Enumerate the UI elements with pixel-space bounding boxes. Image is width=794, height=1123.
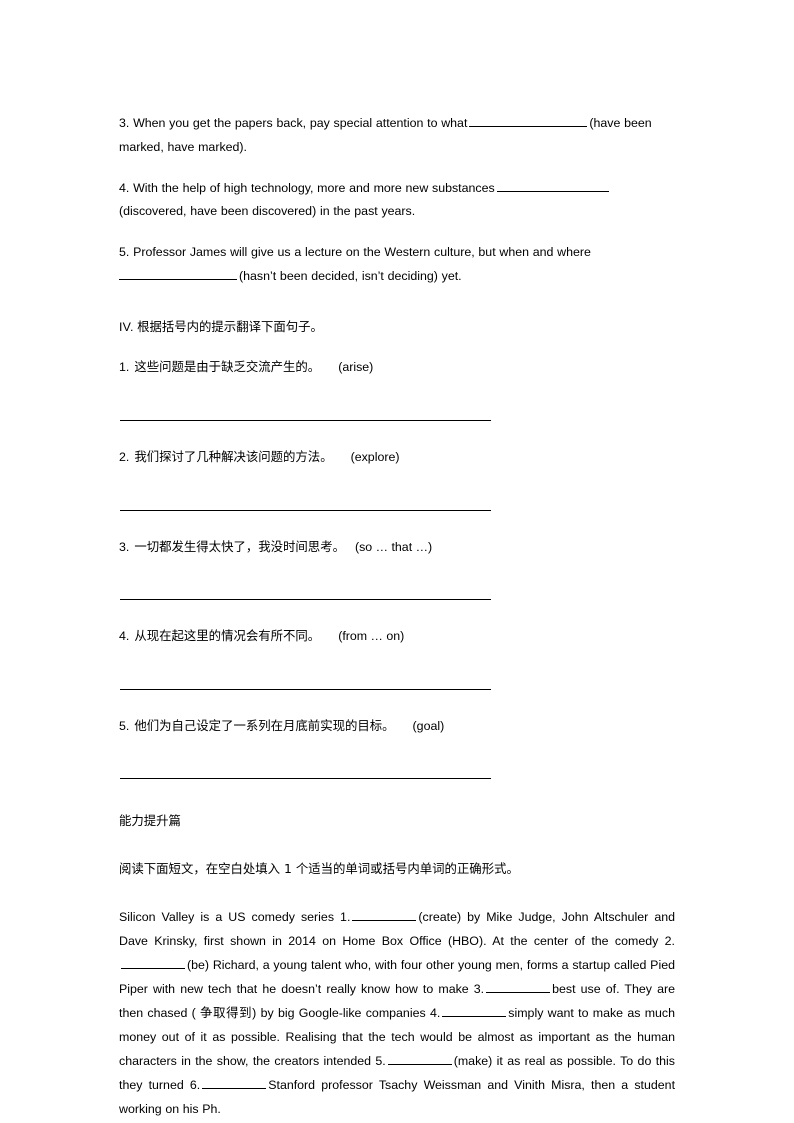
translation-item-2-prompt: 2. 我们探讨了几种解决该问题的方法。 (explore) — [119, 445, 675, 470]
translation-item-5-chinese: 他们为自己设定了一系列在月底前实现的目标。 — [134, 717, 395, 733]
passage-segment-1: Silicon Valley is a US comedy series 1. — [119, 910, 351, 925]
translation-item-4-chinese: 从现在起这里的情况会有所不同。 — [134, 628, 321, 644]
translation-item-5-prompt: 5. 他们为自己设定了一系列在月底前实现的目标。 (goal) — [119, 714, 675, 739]
grammar-item-5: 5. Professor James will give us a lectur… — [119, 241, 675, 289]
passage-blank-6[interactable] — [202, 1076, 267, 1089]
translation-item-1-number: 1. — [119, 360, 130, 375]
grammar-item-4: 4. With the help of high technology, mor… — [119, 177, 675, 225]
translation-item-5-answer-line[interactable] — [120, 778, 491, 780]
translation-item-2-hint: (explore) — [350, 450, 400, 464]
grammar-item-3-tail: (have been — [589, 116, 652, 130]
grammar-item-4-blank[interactable] — [496, 178, 609, 192]
document-page: 3. When you get the papers back, pay spe… — [0, 0, 794, 1123]
grammar-item-3-blank[interactable] — [469, 114, 588, 127]
capability-section-heading: 能力提升篇 — [119, 813, 181, 829]
translation-item-3-answer-line[interactable] — [120, 599, 491, 601]
grammar-item-3: 3. When you get the papers back, pay spe… — [119, 112, 675, 160]
grammar-item-3-text-line1: 3. When you get the papers back, pay spe… — [119, 116, 468, 130]
translation-item-3: 3. 一切都发生得太快了，我没时间思考。 (so … that …) — [119, 535, 675, 601]
translation-item-5-hint: (goal) — [412, 718, 445, 733]
translation-item-3-prompt: 3. 一切都发生得太快了，我没时间思考。 (so … that …) — [119, 535, 675, 560]
translation-item-4-hint: (from … on) — [338, 629, 405, 644]
translation-item-4-number: 4. — [119, 629, 130, 644]
translation-item-1: 1. 这些问题是由于缺乏交流产生的。 (arise) — [119, 355, 675, 421]
translation-item-5-number: 5. — [119, 718, 130, 733]
translation-section-numeral: IV. — [119, 319, 134, 334]
passage-blank-3[interactable] — [486, 980, 551, 994]
passage-blank-1[interactable] — [352, 908, 417, 922]
grammar-item-5-text-line2: (hasn’t been decided, isn’t deciding) ye… — [239, 269, 462, 284]
translation-item-5: 5. 他们为自己设定了一系列在月底前实现的目标。 (goal) — [119, 714, 675, 780]
translation-item-3-number: 3. — [119, 539, 130, 554]
translation-item-2-answer-line[interactable] — [120, 509, 491, 511]
reading-passage: Silicon Valley is a US comedy series 1.(… — [119, 906, 675, 1121]
translation-item-2-number: 2. — [119, 450, 130, 464]
grammar-item-3-text-line2: marked, have marked). — [119, 139, 247, 154]
translation-item-2: 2. 我们探讨了几种解决该问题的方法。 (explore) — [119, 445, 675, 511]
document-content: 3. When you get the papers back, pay spe… — [119, 112, 675, 1122]
grammar-item-5-blank[interactable] — [119, 267, 237, 281]
grammar-item-4-text-line1: 4. With the help of high technology, mor… — [119, 180, 495, 195]
translation-section-title: 根据括号内的提示翻译下面句子。 — [137, 318, 323, 334]
translation-item-4: 4. 从现在起这里的情况会有所不同。 (from … on) — [119, 624, 675, 690]
translation-section-heading: IV. 根据括号内的提示翻译下面句子。 — [119, 315, 675, 340]
translation-item-1-answer-line[interactable] — [120, 420, 491, 421]
capability-section-instruction: 阅读下面短文，在空白处填入 1 个适当的单词或括号内单词的正确形式。 — [119, 860, 519, 876]
passage-blank-4[interactable] — [442, 1004, 507, 1018]
grammar-item-5-text-line1: 5. Professor James will give us a lectur… — [119, 245, 591, 260]
translation-item-4-answer-line[interactable] — [120, 688, 491, 690]
translation-item-3-hint: (so … that …) — [354, 539, 433, 554]
translation-item-1-prompt: 1. 这些问题是由于缺乏交流产生的。 (arise) — [119, 355, 675, 380]
passage-blank-2[interactable] — [121, 956, 185, 970]
translation-item-2-chinese: 我们探讨了几种解决该问题的方法。 — [134, 449, 333, 464]
translation-item-1-chinese: 这些问题是由于缺乏交流产生的。 — [134, 359, 321, 375]
translation-item-4-prompt: 4. 从现在起这里的情况会有所不同。 (from … on) — [119, 624, 675, 649]
passage-blank-5[interactable] — [387, 1052, 452, 1065]
translation-item-1-hint: (arise) — [338, 360, 374, 375]
grammar-item-4-text-line2: (discovered, have been discovered) in th… — [119, 204, 416, 219]
translation-item-3-chinese: 一切都发生得太快了，我没时间思考。 — [134, 538, 345, 554]
